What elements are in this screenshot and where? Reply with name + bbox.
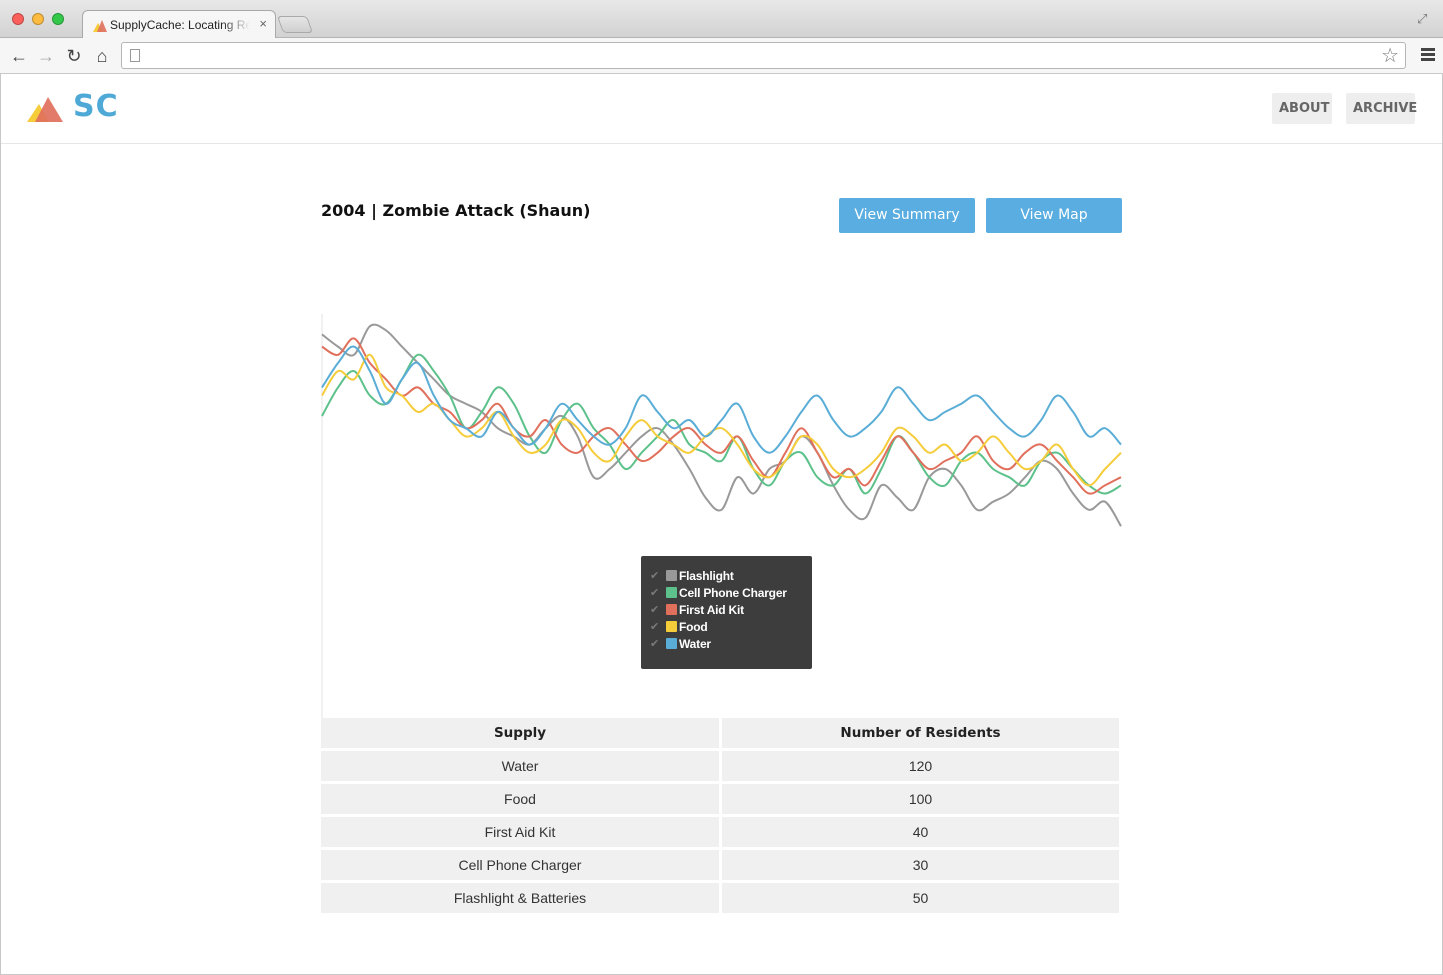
page-title: 2004 | Zombie Attack (Shaun): [321, 201, 591, 220]
view-map-button[interactable]: View Map: [986, 198, 1122, 233]
table-row: Water 120: [321, 751, 1120, 781]
supply-table: Supply Number of Residents Water 120 Food 100…: [321, 718, 1120, 916]
reload-icon[interactable]: ↻: [63, 45, 85, 67]
table-row: Cell Phone Charger 30: [321, 850, 1120, 880]
nav-archive-link[interactable]: ARCHIVE: [1346, 93, 1417, 124]
checkmark-icon: ✔: [650, 621, 660, 633]
page-viewport: SC ABOUT ARCHIVE 2004 | Zombie Attack (S…: [0, 74, 1443, 975]
table-header-cell: Number of Residents: [722, 718, 1119, 748]
series-line-cell-phone-charger[interactable]: [321, 353, 1122, 495]
legend-label: Flashlight: [679, 569, 734, 583]
legend-item[interactable]: ✔ Cell Phone Charger: [641, 585, 812, 602]
browser-toolbar: ← → ↻ ⌂ ☆: [0, 38, 1443, 74]
view-summary-button[interactable]: View Summary: [839, 198, 975, 233]
table-row: Food 100: [321, 784, 1120, 814]
table-cell: 120: [722, 751, 1119, 781]
home-icon[interactable]: ⌂: [91, 45, 113, 67]
legend-item[interactable]: ✔ Flashlight: [641, 568, 812, 585]
bookmark-star-icon[interactable]: ☆: [1381, 45, 1399, 67]
table-row: First Aid Kit 40: [321, 817, 1120, 847]
forward-arrow-icon[interactable]: →: [35, 45, 57, 67]
tab-title: SupplyCache: Locating Resources: [110, 18, 250, 32]
chart-legend: ✔ Flashlight ✔ Cell Phone Charger ✔ First Aid…: [641, 556, 812, 669]
checkmark-icon: ✔: [650, 587, 660, 599]
table-cell: Cell Phone Charger: [321, 850, 719, 880]
table-cell: 40: [722, 817, 1119, 847]
page-icon: [130, 49, 140, 62]
legend-item[interactable]: ✔ First Aid Kit: [641, 602, 812, 619]
table-cell: Food: [321, 784, 719, 814]
table-header-row: Supply Number of Residents: [321, 718, 1120, 748]
legend-swatch: [666, 604, 677, 615]
logo-text[interactable]: SC: [73, 89, 119, 124]
legend-label: Food: [679, 620, 708, 634]
browser-tab-strip: SupplyCache: Locating Resources × ⤢: [0, 0, 1443, 39]
table-row: Flashlight & Batteries 50: [321, 883, 1120, 913]
checkmark-icon: ✔: [650, 604, 660, 616]
legend-label: Cell Phone Charger: [679, 586, 787, 600]
table-cell: Water: [321, 751, 719, 781]
table-cell: 50: [722, 883, 1119, 913]
series-line-water[interactable]: [321, 345, 1122, 454]
favicon-icon: [93, 20, 107, 32]
table-cell: 30: [722, 850, 1119, 880]
legend-label: First Aid Kit: [679, 603, 744, 617]
tab-close-icon[interactable]: ×: [259, 17, 267, 31]
series-line-first-aid-kit[interactable]: [321, 337, 1122, 495]
browser-menu-icon[interactable]: [1421, 48, 1435, 62]
new-tab-button[interactable]: [276, 16, 314, 33]
legend-item[interactable]: ✔ Food: [641, 619, 812, 636]
legend-swatch: [666, 587, 677, 598]
minimize-window-button[interactable]: [32, 13, 44, 25]
checkmark-icon: ✔: [650, 638, 660, 650]
address-bar[interactable]: ☆: [121, 42, 1406, 69]
close-window-button[interactable]: [12, 13, 24, 25]
site-header: SC ABOUT ARCHIVE: [1, 74, 1442, 144]
browser-tab[interactable]: SupplyCache: Locating Resources ×: [82, 10, 276, 39]
zoom-window-button[interactable]: [52, 13, 64, 25]
legend-swatch: [666, 638, 677, 649]
legend-swatch: [666, 621, 677, 632]
fullscreen-icon[interactable]: ⤢: [1417, 11, 1431, 26]
nav-about-link[interactable]: ABOUT: [1272, 93, 1332, 124]
table-header-cell: Supply: [321, 718, 719, 748]
table-cell: Flashlight & Batteries: [321, 883, 719, 913]
series-line-flashlight[interactable]: [321, 323, 1122, 527]
checkmark-icon: ✔: [650, 570, 660, 582]
legend-swatch: [666, 570, 677, 581]
back-arrow-icon[interactable]: ←: [8, 45, 30, 67]
logo-mountain-icon[interactable]: [27, 95, 65, 122]
table-cell: First Aid Kit: [321, 817, 719, 847]
legend-label: Water: [679, 637, 711, 651]
legend-item[interactable]: ✔ Water: [641, 636, 812, 653]
table-cell: 100: [722, 784, 1119, 814]
